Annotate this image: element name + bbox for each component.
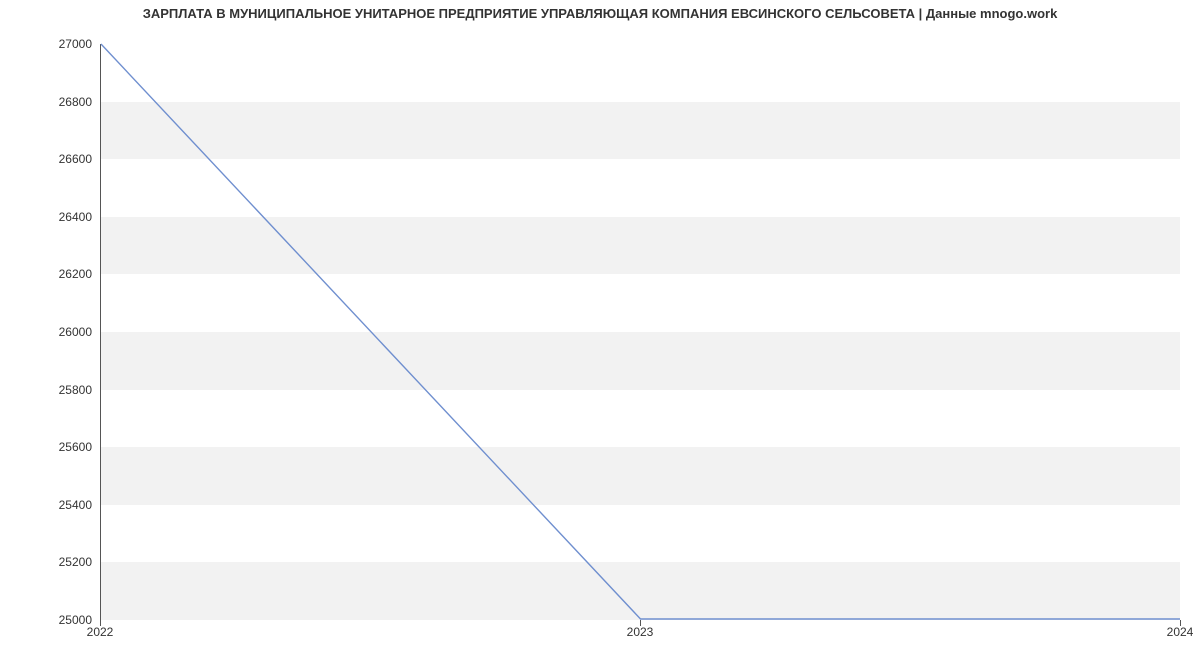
- x-tick-label: 2023: [627, 625, 654, 639]
- y-tick-label: 26000: [59, 325, 92, 339]
- chart-title: ЗАРПЛАТА В МУНИЦИПАЛЬНОЕ УНИТАРНОЕ ПРЕДП…: [0, 6, 1200, 21]
- plot-area: [100, 44, 1180, 620]
- x-tick: [640, 620, 641, 626]
- line-series: [101, 44, 1180, 619]
- y-tick-label: 26400: [59, 210, 92, 224]
- y-tick-label: 25400: [59, 498, 92, 512]
- y-tick-label: 27000: [59, 37, 92, 51]
- y-tick-label: 25200: [59, 555, 92, 569]
- y-tick-label: 26800: [59, 95, 92, 109]
- y-tick-label: 26200: [59, 267, 92, 281]
- x-tick: [1180, 620, 1181, 626]
- y-tick-label: 25800: [59, 383, 92, 397]
- x-tick: [100, 620, 101, 626]
- y-tick-label: 26600: [59, 152, 92, 166]
- x-tick-label: 2024: [1167, 625, 1194, 639]
- chart-container: ЗАРПЛАТА В МУНИЦИПАЛЬНОЕ УНИТАРНОЕ ПРЕДП…: [0, 0, 1200, 650]
- x-tick-label: 2022: [87, 625, 114, 639]
- y-tick-label: 25600: [59, 440, 92, 454]
